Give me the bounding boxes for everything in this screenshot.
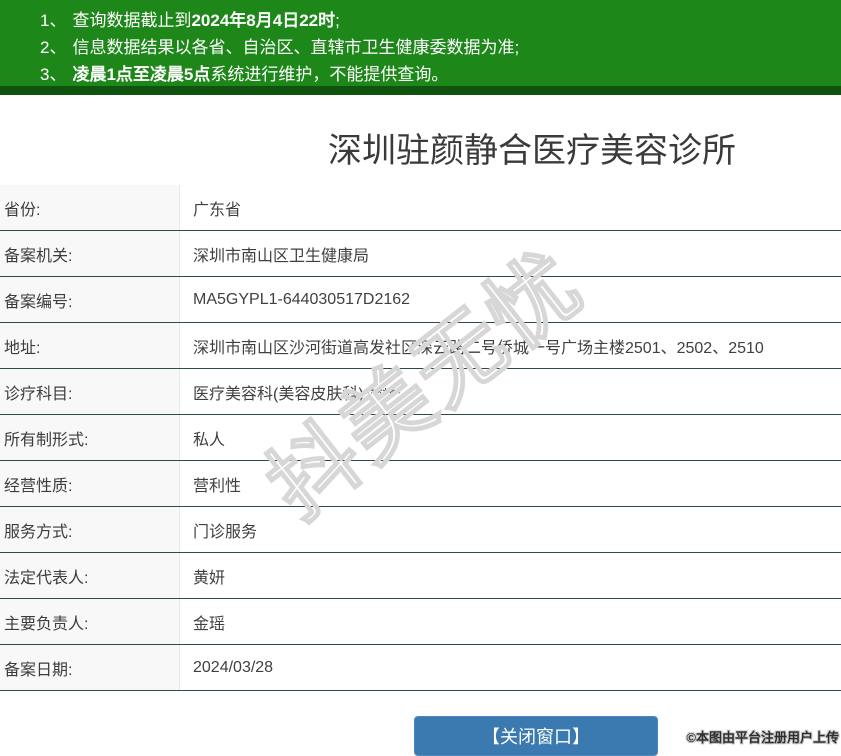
row-value: 黄妍 (193, 569, 226, 587)
table-row-filing-date: 备案日期: 2024/03/28 (0, 645, 841, 691)
row-value: 深圳市南山区卫生健康局 (193, 247, 370, 265)
row-value: 2024/03/28 (193, 658, 274, 676)
notice-text: 查询数据截止到 (72, 11, 192, 30)
row-label: 诊疗科目: (0, 369, 180, 414)
close-window-button[interactable]: 【关闭窗口】 (414, 716, 658, 756)
table-row-filing-number: 备案编号: MA5GYPL1-644030517D2162 (0, 277, 841, 323)
row-label: 备案机关: (0, 231, 180, 276)
table-row-ownership-form: 所有制形式: 私人 (0, 415, 841, 461)
table-row-address: 地址: 深圳市南山区沙河街道高发社区深云路二号侨城一号广场主楼2501、2502… (0, 323, 841, 369)
row-value: 门诊服务 (193, 523, 258, 541)
notice-line-1: 1、 查询数据截止到2024年8月4日22时; (40, 7, 841, 34)
row-label: 备案日期: (0, 645, 180, 690)
notice-text: ; (335, 11, 340, 30)
table-row-legal-representative: 法定代表人: 黄妍 (0, 553, 841, 599)
notice-line-number: 3、 (40, 65, 67, 84)
row-value: 深圳市南山区沙河街道高发社区深云路二号侨城一号广场主楼2501、2502、251… (193, 339, 764, 357)
table-row-province: 省份: 广东省 (0, 185, 841, 231)
row-label: 地址: (0, 323, 180, 368)
row-label: 服务方式: (0, 507, 180, 552)
notice-text-bold: 2024年8月4日22时 (191, 11, 336, 30)
row-label: 备案编号: (0, 277, 180, 322)
notice-text: 信息数据结果以各省、自治区、直辖市卫生健康委数据为准; (72, 38, 520, 57)
row-value: 金瑶 (193, 615, 226, 633)
row-value: 营利性 (193, 477, 242, 495)
notice-banner: 1、 查询数据截止到2024年8月4日22时; 2、 信息数据结果以各省、自治区、直… (0, 0, 841, 86)
row-label: 省份: (0, 185, 180, 230)
table-row-business-nature: 经营性质: 营利性 (0, 461, 841, 507)
notice-line-number: 1、 (40, 11, 67, 30)
row-value: 私人 (193, 431, 226, 449)
notice-line-2: 2、 信息数据结果以各省、自治区、直辖市卫生健康委数据为准; (40, 34, 841, 61)
row-label: 经营性质: (0, 461, 180, 506)
table-row-treatment-subjects: 诊疗科目: 医疗美容科(美容皮肤科)****** (0, 369, 841, 415)
upload-attribution: ©本图由平台注册用户上传 (686, 730, 839, 745)
record-table: 省份: 广东省 备案机关: 深圳市南山区卫生健康局 备案编号: MA5GYPL1… (0, 185, 841, 691)
page-title: 深圳驻颜静合医疗美容诊所 (328, 132, 736, 170)
notice-text: 系统进行维护，不能提供查询。 (210, 65, 449, 84)
table-row-filing-authority: 备案机关: 深圳市南山区卫生健康局 (0, 231, 841, 277)
notice-text-bold: 凌晨1点至凌晨5点 (72, 65, 211, 84)
notice-line-number: 2、 (40, 38, 67, 57)
table-row-service-mode: 服务方式: 门诊服务 (0, 507, 841, 553)
row-value: 医疗美容科(美容皮肤科)****** (193, 385, 402, 403)
row-value: MA5GYPL1-644030517D2162 (193, 290, 411, 308)
row-label: 主要负责人: (0, 599, 180, 644)
table-row-principal: 主要负责人: 金瑶 (0, 599, 841, 645)
row-label: 所有制形式: (0, 415, 180, 460)
title-section: 深圳驻颜静合医疗美容诊所 (0, 95, 841, 185)
row-value: 广东省 (193, 201, 242, 219)
notice-line-3: 3、 凌晨1点至凌晨5点系统进行维护，不能提供查询。 (40, 61, 841, 88)
row-label: 法定代表人: (0, 553, 180, 598)
